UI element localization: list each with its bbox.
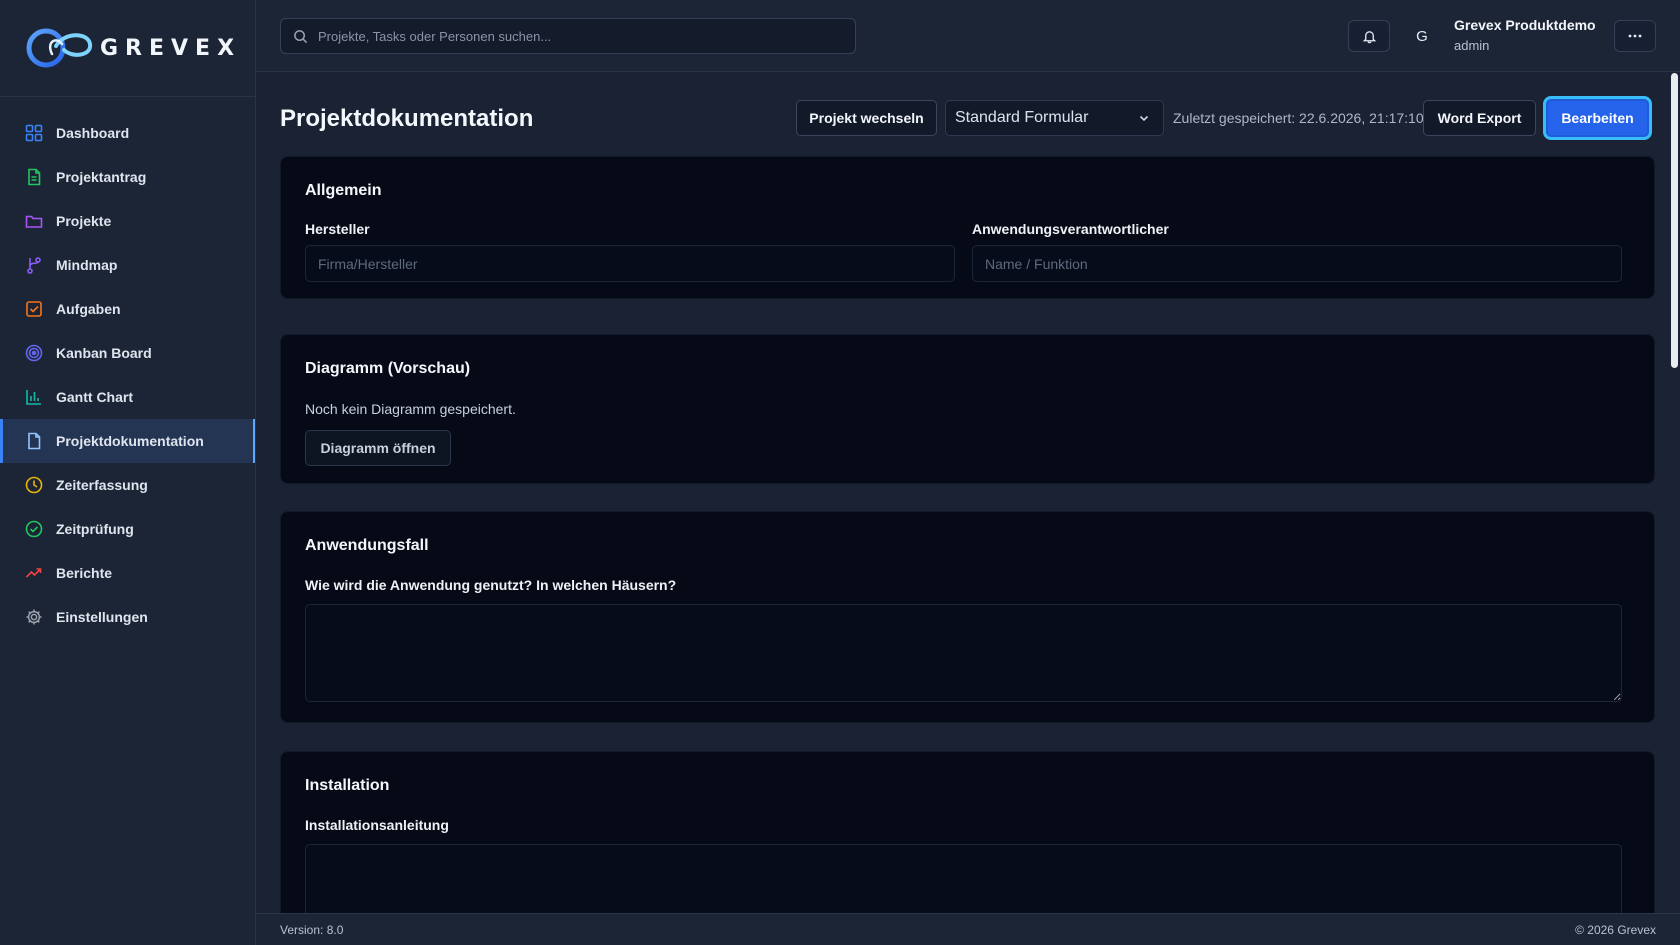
- field-label: Anwendungsverantwortlicher: [972, 221, 1169, 237]
- sidebar-item-zeitpruefung[interactable]: Zeitprüfung: [0, 507, 255, 551]
- card-title: Allgemein: [305, 182, 382, 199]
- field-label: Wie wird die Anwendung genutzt? In welch…: [305, 577, 677, 593]
- sidebar-item-gantt-chart[interactable]: Gantt Chart: [0, 375, 255, 419]
- file-icon: [24, 431, 44, 451]
- sidebar-nav: Dashboard Projektantrag Projekte Mindmap…: [0, 97, 255, 639]
- card-title: Installation: [305, 777, 390, 794]
- sidebar-item-label: Projekte: [56, 213, 112, 229]
- main-content: Projektdokumentation Projekt wechseln St…: [256, 73, 1680, 913]
- bell-icon: [1362, 30, 1376, 43]
- version-label: Version: 8.0: [280, 923, 344, 937]
- user-name: Grevex Produktdemo: [1454, 17, 1596, 33]
- card-installation: Installation Installationsanleitung: [280, 751, 1655, 913]
- sidebar-item-label: Berichte: [56, 565, 113, 581]
- brand-name: GREVEX: [100, 35, 242, 61]
- dashboard-icon: [24, 123, 44, 143]
- card-diagram: Diagramm (Vorschau) Noch kein Diagramm g…: [280, 334, 1655, 484]
- diagram-empty-text: Noch kein Diagramm gespeichert.: [305, 401, 516, 417]
- target-icon: [24, 343, 44, 363]
- scrollbar-thumb[interactable]: [1671, 73, 1678, 368]
- scrollbar[interactable]: [1668, 73, 1680, 913]
- use-case-textarea[interactable]: [305, 604, 1622, 702]
- document-icon: [24, 167, 44, 187]
- sidebar-item-label: Projektdokumentation: [56, 433, 204, 449]
- open-diagram-button[interactable]: Diagramm öffnen: [305, 430, 451, 466]
- sidebar-item-berichte[interactable]: Berichte: [0, 551, 255, 595]
- sidebar: GREVEX Dashboard Projektantrag Projekte …: [0, 0, 256, 945]
- sidebar-item-projektdokumentation[interactable]: Projektdokumentation: [0, 419, 255, 463]
- card-general: Allgemein Hersteller Anwendungsverantwor…: [280, 156, 1655, 299]
- page-title: Projektdokumentation: [280, 105, 534, 132]
- sidebar-item-label: Zeitprüfung: [56, 521, 134, 537]
- sidebar-item-label: Kanban Board: [56, 345, 152, 361]
- top-bar: G Grevex Produktdemo admin: [256, 0, 1680, 72]
- sidebar-item-label: Einstellungen: [56, 609, 148, 625]
- logo[interactable]: GREVEX: [0, 0, 255, 97]
- responsible-field[interactable]: [972, 245, 1622, 282]
- folder-icon: [24, 211, 44, 231]
- user-role: admin: [1454, 38, 1490, 53]
- trending-icon: [24, 563, 44, 583]
- sidebar-item-projektantrag[interactable]: Projektantrag: [0, 155, 255, 199]
- notifications-button[interactable]: [1348, 20, 1390, 52]
- field-label: Installationsanleitung: [305, 817, 449, 833]
- sidebar-item-label: Aufgaben: [56, 301, 121, 317]
- more-options-button[interactable]: [1614, 20, 1656, 52]
- gear-icon: [24, 607, 44, 627]
- checkbox-icon: [24, 299, 44, 319]
- clock-icon: [24, 475, 44, 495]
- sidebar-item-label: Zeiterfassung: [56, 477, 148, 493]
- card-title: Anwendungsfall: [305, 537, 429, 554]
- footer: Version: 8.0 © 2026 Grevex: [256, 913, 1680, 945]
- edit-button[interactable]: Bearbeiten: [1546, 99, 1649, 137]
- template-select[interactable]: Standard Formular: [945, 100, 1164, 136]
- sidebar-item-mindmap[interactable]: Mindmap: [0, 243, 255, 287]
- search-box[interactable]: [280, 18, 856, 54]
- search-input[interactable]: [318, 28, 838, 44]
- sidebar-item-zeiterfassung[interactable]: Zeiterfassung: [0, 463, 255, 507]
- word-export-button[interactable]: Word Export: [1423, 100, 1536, 136]
- installation-guide-textarea[interactable]: [305, 844, 1622, 913]
- sidebar-item-label: Projektantrag: [56, 169, 147, 185]
- sidebar-item-dashboard[interactable]: Dashboard: [0, 111, 255, 155]
- card-use-case: Anwendungsfall Wie wird die Anwendung ge…: [280, 511, 1655, 723]
- sidebar-item-kanban-board[interactable]: Kanban Board: [0, 331, 255, 375]
- bar-chart-icon: [24, 387, 44, 407]
- manufacturer-field[interactable]: [305, 245, 955, 282]
- switch-project-button[interactable]: Projekt wechseln: [796, 100, 937, 136]
- branch-icon: [24, 255, 44, 275]
- sidebar-item-label: Mindmap: [56, 257, 118, 273]
- ellipsis-icon: [1628, 34, 1642, 38]
- field-label: Hersteller: [305, 221, 370, 237]
- sidebar-item-label: Dashboard: [56, 125, 130, 141]
- check-circle-icon: [24, 519, 44, 539]
- card-title: Diagramm (Vorschau): [305, 360, 471, 377]
- infinity-logo-icon: [26, 28, 93, 68]
- chevron-down-icon: [1139, 115, 1149, 122]
- sidebar-item-label: Gantt Chart: [56, 389, 133, 405]
- avatar[interactable]: G: [1410, 24, 1434, 48]
- copyright-label: © 2026 Grevex: [1575, 923, 1656, 937]
- template-select-value: Standard Formular: [955, 109, 1089, 126]
- sidebar-item-einstellungen[interactable]: Einstellungen: [0, 595, 255, 639]
- last-saved-status: Zuletzt gespeichert: 22.6.2026, 21:17:10: [1173, 110, 1424, 126]
- search-icon: [294, 29, 308, 43]
- sidebar-item-aufgaben[interactable]: Aufgaben: [0, 287, 255, 331]
- sidebar-item-projekte[interactable]: Projekte: [0, 199, 255, 243]
